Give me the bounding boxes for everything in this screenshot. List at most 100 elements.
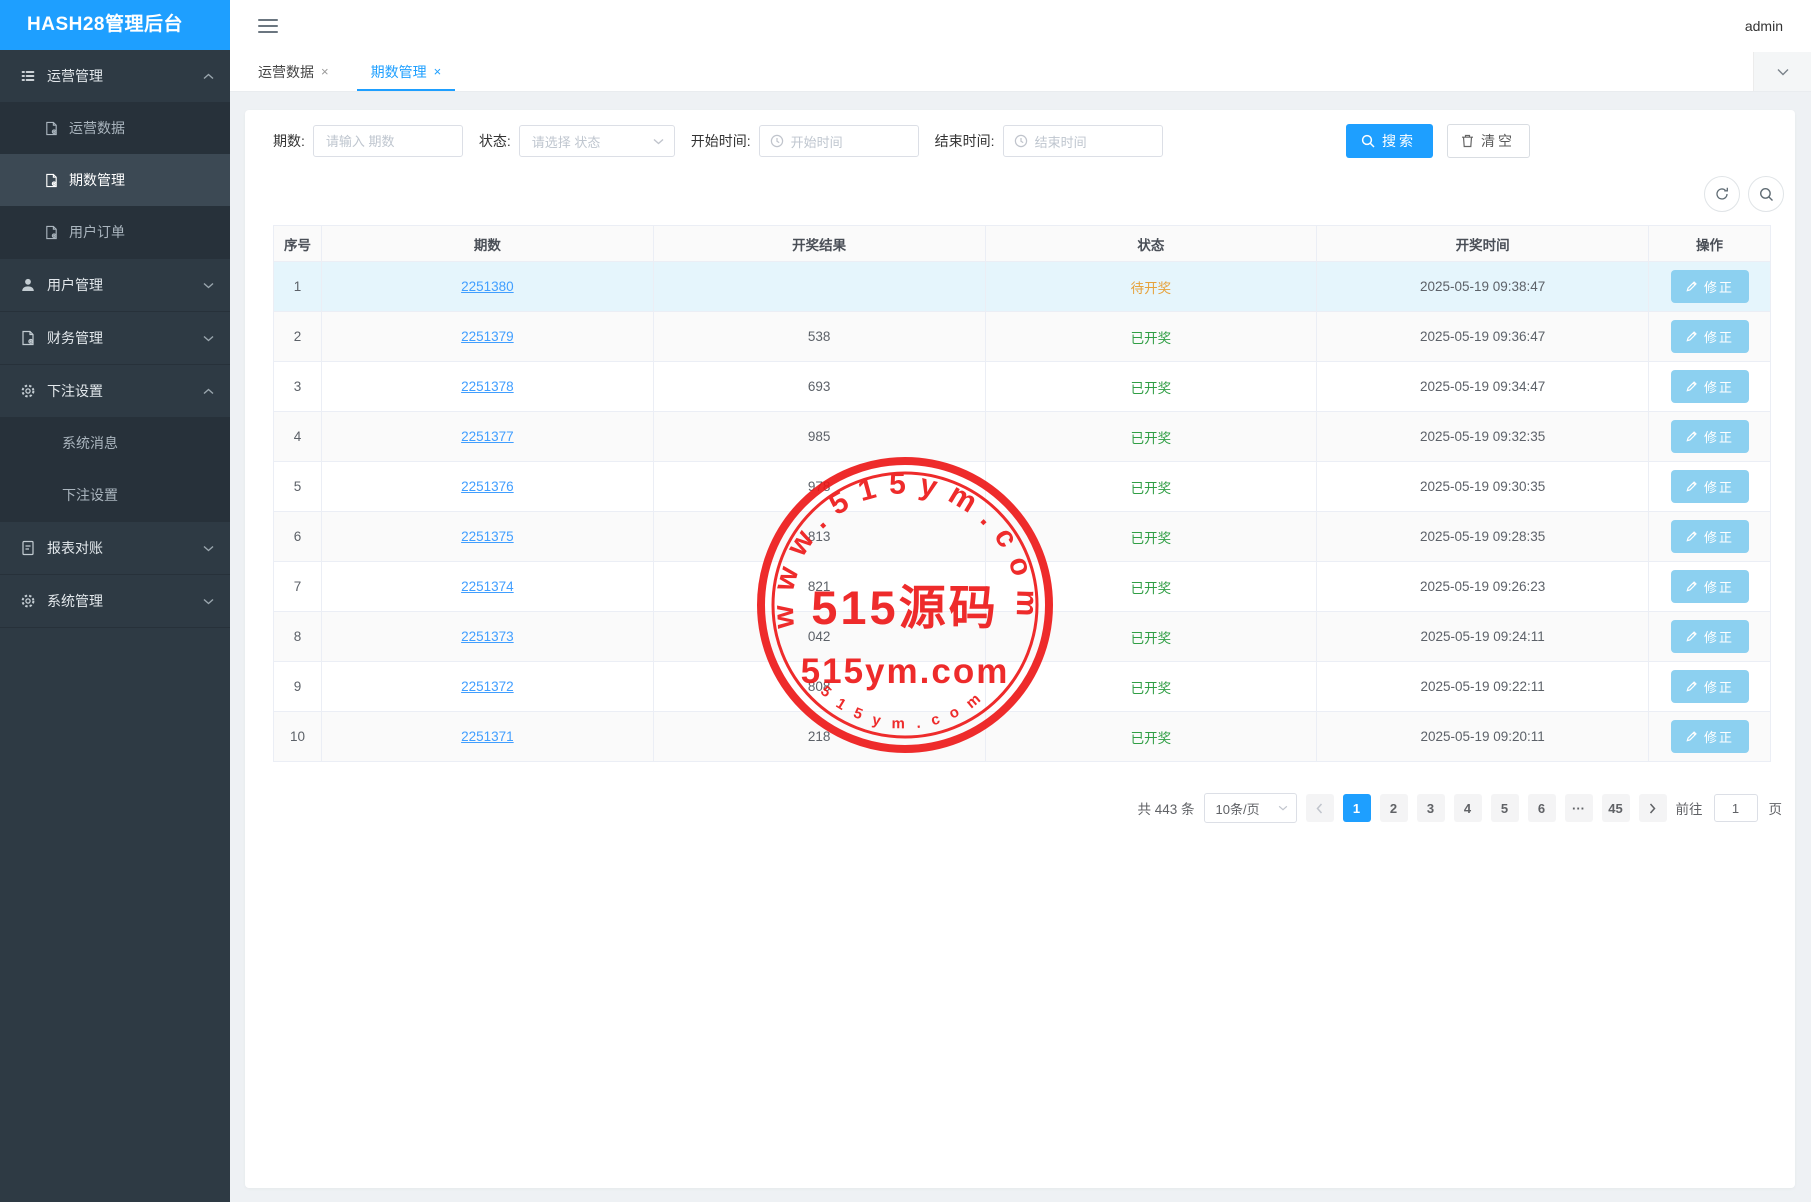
sidebar: HASH28管理后台 运营管理 运营数据 期数管理 — [0, 0, 230, 1202]
sidebar-item-report-reconcile[interactable]: 报表对账 — [0, 522, 230, 574]
sidebar-item-label: 财务管理 — [47, 328, 103, 348]
status-badge: 已开奖 — [1131, 331, 1172, 346]
col-header-result: 开奖结果 — [653, 226, 985, 262]
page-button[interactable]: 1 — [1343, 794, 1371, 822]
col-header-time: 开奖时间 — [1317, 226, 1649, 262]
status-badge: 已开奖 — [1131, 381, 1172, 396]
fix-button[interactable]: 修正 — [1671, 370, 1749, 403]
period-link[interactable]: 2251378 — [461, 379, 514, 394]
end-time-placeholder: 结束时间 — [1035, 132, 1087, 151]
fix-button[interactable]: 修正 — [1671, 420, 1749, 453]
start-time-input[interactable]: 开始时间 — [759, 125, 919, 157]
status-select-placeholder: 请选择 状态 — [532, 132, 601, 151]
chevron-down-icon — [1278, 805, 1288, 811]
period-link[interactable]: 2251374 — [461, 579, 514, 594]
page-button[interactable]: 3 — [1417, 794, 1445, 822]
table-row: 6 2251375 813 已开奖 2025-05-19 09:28:35 修正 — [274, 512, 1771, 562]
sidebar-item-period-mgmt[interactable]: 期数管理 — [0, 154, 230, 206]
table-row: 3 2251378 693 已开奖 2025-05-19 09:34:47 修正 — [274, 362, 1771, 412]
fix-button[interactable]: 修正 — [1671, 720, 1749, 753]
sidebar-item-label: 期数管理 — [69, 170, 125, 190]
refresh-button[interactable] — [1704, 176, 1740, 212]
period-link[interactable]: 2251371 — [461, 729, 514, 744]
content-card: 期数: 状态: 请选择 状态 开始时间: 开始时间 结束时间: — [245, 110, 1795, 1188]
fix-button[interactable]: 修正 — [1671, 270, 1749, 303]
hamburger-menu-icon[interactable] — [258, 19, 278, 33]
next-page-button[interactable] — [1639, 794, 1667, 822]
status-badge: 已开奖 — [1131, 431, 1172, 446]
more-pages-button[interactable]: ··· — [1565, 794, 1593, 822]
sidebar-item-system-mgmt[interactable]: 系统管理 — [0, 575, 230, 627]
sidebar-item-bet-settings-sub[interactable]: 下注设置 — [0, 469, 230, 521]
clear-button[interactable]: 清空 — [1447, 124, 1530, 158]
period-link[interactable]: 2251376 — [461, 479, 514, 494]
period-link[interactable]: 2251373 — [461, 629, 514, 644]
sidebar-item-finance-mgmt[interactable]: 财务管理 — [0, 312, 230, 364]
period-link[interactable]: 2251372 — [461, 679, 514, 694]
pencil-icon — [1685, 730, 1698, 743]
fix-button[interactable]: 修正 — [1671, 570, 1749, 603]
pencil-icon — [1685, 680, 1698, 693]
status-badge: 已开奖 — [1131, 631, 1172, 646]
status-select[interactable]: 请选择 状态 — [519, 125, 675, 157]
page-button[interactable]: 5 — [1491, 794, 1519, 822]
sidebar-item-label: 下注设置 — [47, 381, 103, 401]
chevron-down-icon — [203, 545, 214, 552]
tab-label: 运营数据 — [258, 62, 314, 82]
status-badge: 已开奖 — [1131, 681, 1172, 696]
sidebar-item-label: 报表对账 — [47, 538, 103, 558]
sidebar-item-label: 系统管理 — [47, 591, 103, 611]
fix-button[interactable]: 修正 — [1671, 520, 1749, 553]
page-button[interactable]: 2 — [1380, 794, 1408, 822]
fix-button[interactable]: 修正 — [1671, 470, 1749, 503]
close-icon[interactable]: × — [434, 65, 442, 78]
table-toolbar — [245, 176, 1795, 212]
user-icon — [20, 277, 36, 293]
sidebar-item-system-messages[interactable]: 系统消息 — [0, 417, 230, 469]
tab-label: 期数管理 — [371, 62, 427, 82]
goto-page-input[interactable] — [1714, 794, 1758, 822]
prev-page-button[interactable] — [1306, 794, 1334, 822]
period-label: 期数: — [273, 131, 305, 151]
goto-label: 前往 — [1676, 798, 1703, 818]
tab-bar: 运营数据 × 期数管理 × — [230, 52, 1811, 92]
page-suffix-label: 页 — [1769, 798, 1783, 818]
status-badge: 已开奖 — [1131, 581, 1172, 596]
start-time-placeholder: 开始时间 — [791, 132, 843, 151]
tab-options-dropdown[interactable] — [1753, 52, 1811, 91]
page-button[interactable]: 45 — [1602, 794, 1630, 822]
tab-period-mgmt[interactable]: 期数管理 × — [357, 52, 456, 91]
fix-button[interactable]: 修正 — [1671, 320, 1749, 353]
sidebar-item-label: 运营数据 — [69, 118, 125, 138]
close-icon[interactable]: × — [321, 65, 329, 78]
sidebar-item-bet-settings[interactable]: 下注设置 — [0, 365, 230, 417]
sidebar-item-operation-mgmt[interactable]: 运营管理 — [0, 50, 230, 102]
tab-operation-data[interactable]: 运营数据 × — [244, 52, 343, 91]
refresh-icon — [1714, 186, 1730, 202]
sidebar-item-user-orders[interactable]: 用户订单 — [0, 206, 230, 258]
content-area: 期数: 状态: 请选择 状态 开始时间: 开始时间 结束时间: — [230, 92, 1811, 1202]
pencil-icon — [1685, 530, 1698, 543]
period-input[interactable] — [313, 125, 463, 157]
period-link[interactable]: 2251379 — [461, 329, 514, 344]
search-button[interactable]: 搜索 — [1346, 124, 1433, 158]
fix-button[interactable]: 修正 — [1671, 670, 1749, 703]
per-page-select[interactable]: 10条/页 — [1204, 793, 1297, 823]
period-link[interactable]: 2251375 — [461, 529, 514, 544]
user-menu[interactable]: admin — [1745, 18, 1783, 34]
column-search-button[interactable] — [1748, 176, 1784, 212]
sidebar-item-operation-data[interactable]: 运营数据 — [0, 102, 230, 154]
start-time-label: 开始时间: — [691, 131, 751, 151]
page-button[interactable]: 6 — [1528, 794, 1556, 822]
sidebar-item-user-mgmt[interactable]: 用户管理 — [0, 259, 230, 311]
period-link[interactable]: 2251377 — [461, 429, 514, 444]
sidebar-item-label: 系统消息 — [62, 433, 118, 453]
doc-icon — [20, 540, 36, 556]
fix-button[interactable]: 修正 — [1671, 620, 1749, 653]
table-row: 5 2251376 978 已开奖 2025-05-19 09:30:35 修正 — [274, 462, 1771, 512]
col-header-index: 序号 — [274, 226, 322, 262]
end-time-input[interactable]: 结束时间 — [1003, 125, 1163, 157]
page-button[interactable]: 4 — [1454, 794, 1482, 822]
period-link[interactable]: 2251380 — [461, 279, 514, 294]
status-badge: 已开奖 — [1131, 731, 1172, 746]
